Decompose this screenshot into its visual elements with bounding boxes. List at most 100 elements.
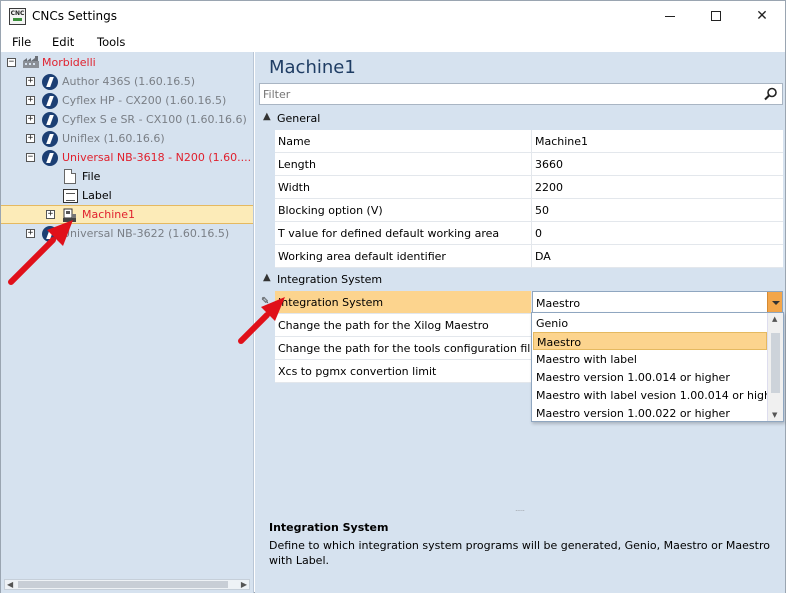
prop-row-blocking-option[interactable]: Blocking option (V) 50 bbox=[259, 199, 783, 222]
prop-name: Change the path for the tools configurat… bbox=[275, 337, 532, 360]
tree-item-author[interactable]: + Author 436S (1.60.16.5) bbox=[1, 72, 253, 91]
prop-value[interactable]: DA bbox=[532, 245, 783, 268]
properties-pane: Machine1 ▲ General Name Machine1 Length … bbox=[238, 52, 785, 593]
close-icon: ✕ bbox=[756, 8, 768, 24]
machine-brand-icon bbox=[42, 150, 58, 166]
menu-edit[interactable]: Edit bbox=[52, 35, 74, 49]
tree-item-label: Universal NB-3618 - N200 (1.60.... bbox=[62, 151, 252, 164]
app-logo-icon: CNC bbox=[9, 8, 26, 25]
tree-item-label: Cyflex S e SR - CX100 (1.60.16.6) bbox=[62, 113, 247, 126]
dropdown-option[interactable]: Maestro version 1.00.014 or higher bbox=[533, 368, 767, 386]
description-panel: Integration System Define to which integ… bbox=[259, 515, 783, 591]
machine-brand-icon bbox=[42, 74, 58, 90]
prop-name: Xcs to pgmx convertion limit bbox=[275, 360, 532, 383]
integration-system-dropdown[interactable]: Genio Maestro Maestro with label Maestro… bbox=[531, 312, 784, 422]
description-title: Integration System bbox=[269, 521, 389, 534]
annotation-arrow-icon bbox=[238, 297, 285, 344]
tree-item-cyflex-hp[interactable]: + Cyflex HP - CX200 (1.60.16.5) bbox=[1, 91, 253, 110]
filter-input[interactable] bbox=[260, 84, 750, 104]
prop-name: Name bbox=[275, 130, 532, 153]
prop-row-working-area-id[interactable]: Working area default identifier DA bbox=[259, 245, 783, 268]
filter-box[interactable] bbox=[259, 83, 783, 105]
prop-name: Change the path for the Xilog Maestro bbox=[275, 314, 532, 337]
close-button[interactable]: ✕ bbox=[739, 1, 785, 32]
description-text: Define to which integration system progr… bbox=[269, 539, 770, 567]
expand-icon[interactable]: + bbox=[26, 96, 35, 105]
prop-value[interactable]: 2200 bbox=[532, 176, 783, 199]
scrollbar-thumb[interactable] bbox=[771, 333, 780, 393]
maximize-icon bbox=[711, 11, 721, 21]
machine-brand-icon bbox=[42, 93, 58, 109]
tree-child-label: File bbox=[82, 170, 101, 183]
label-icon bbox=[63, 189, 78, 203]
scroll-right-icon[interactable]: ▶ bbox=[241, 580, 247, 589]
machine-brand-icon bbox=[42, 112, 58, 128]
menu-tools[interactable]: Tools bbox=[97, 35, 125, 49]
prop-name: Integration System bbox=[275, 291, 532, 314]
category-general[interactable]: ▲ General bbox=[259, 109, 783, 128]
minimize-icon bbox=[665, 16, 675, 17]
collapse-icon[interactable]: − bbox=[26, 153, 35, 162]
prop-value[interactable]: 3660 bbox=[532, 153, 783, 176]
annotation-arrow-icon bbox=[8, 220, 73, 285]
category-integration-system[interactable]: ▲ Integration System bbox=[259, 270, 783, 289]
dropdown-option[interactable]: Maestro with label bbox=[533, 350, 767, 368]
tree-horizontal-scrollbar[interactable]: ◀ ▶ bbox=[4, 579, 250, 590]
tree-child-file[interactable]: File bbox=[1, 167, 253, 186]
chevron-up-icon[interactable]: ▲ bbox=[263, 272, 271, 283]
dropdown-option[interactable]: Maestro with label vesion 1.00.014 or hi… bbox=[533, 386, 782, 404]
prop-name: Working area default identifier bbox=[275, 245, 532, 268]
expand-icon[interactable]: + bbox=[26, 115, 35, 124]
chevron-up-icon[interactable]: ▲ bbox=[263, 111, 271, 122]
dropdown-scrollbar[interactable]: ▲ ▼ bbox=[767, 313, 783, 421]
app-window: CNC CNCs Settings ✕ File Edit Tools − Mo… bbox=[0, 0, 786, 593]
scroll-left-icon[interactable]: ◀ bbox=[7, 580, 13, 589]
dropdown-option[interactable]: Maestro version 1.00.022 or higher bbox=[533, 404, 767, 422]
prop-name: Blocking option (V) bbox=[275, 199, 532, 222]
prop-name: Width bbox=[275, 176, 532, 199]
menu-file[interactable]: File bbox=[12, 35, 31, 49]
prop-name: Length bbox=[275, 153, 532, 176]
prop-row-integration-system[interactable]: ✎ Integration System Maestro bbox=[259, 291, 783, 314]
tree-item-cyflex-s[interactable]: + Cyflex S e SR - CX100 (1.60.16.6) bbox=[1, 110, 253, 129]
tree-item-universal-3618[interactable]: − Universal NB-3618 - N200 (1.60.... bbox=[1, 148, 253, 167]
page-title: Machine1 bbox=[269, 57, 356, 78]
dropdown-option-selected[interactable]: Maestro bbox=[533, 332, 767, 350]
prop-value[interactable]: 0 bbox=[532, 222, 783, 245]
tree-item-label: Author 436S (1.60.16.5) bbox=[62, 75, 196, 88]
scroll-down-icon[interactable]: ▼ bbox=[772, 411, 777, 419]
title-bar: CNC CNCs Settings ✕ bbox=[1, 1, 785, 32]
scroll-up-icon[interactable]: ▲ bbox=[772, 315, 777, 323]
file-icon bbox=[64, 169, 76, 184]
tree-item-uniflex[interactable]: + Uniflex (1.60.16.6) bbox=[1, 129, 253, 148]
integration-system-select[interactable]: Maestro bbox=[532, 291, 783, 314]
prop-row-length[interactable]: Length 3660 bbox=[259, 153, 783, 176]
prop-row-name[interactable]: Name Machine1 bbox=[259, 130, 783, 153]
scrollbar-thumb[interactable] bbox=[18, 581, 228, 588]
minimize-button[interactable] bbox=[647, 1, 693, 32]
tree-root-label: Morbidelli bbox=[42, 56, 96, 69]
machine-brand-icon bbox=[42, 131, 58, 147]
prop-row-width[interactable]: Width 2200 bbox=[259, 176, 783, 199]
tree-item-label: Uniflex (1.60.16.6) bbox=[62, 132, 165, 145]
tree-item-label: Cyflex HP - CX200 (1.60.16.5) bbox=[62, 94, 227, 107]
tree-root[interactable]: − Morbidelli bbox=[1, 53, 253, 72]
collapse-icon[interactable]: − bbox=[7, 58, 16, 67]
select-value: Maestro bbox=[536, 297, 581, 310]
prop-value[interactable]: 50 bbox=[532, 199, 783, 222]
dropdown-option[interactable]: Genio bbox=[533, 314, 767, 332]
maximize-button[interactable] bbox=[693, 1, 739, 32]
machine-tree: − Morbidelli + Author 436S (1.60.16.5) +… bbox=[1, 52, 254, 593]
search-icon[interactable] bbox=[764, 87, 778, 101]
expand-icon[interactable]: + bbox=[26, 77, 35, 86]
prop-name: T value for defined default working area bbox=[275, 222, 532, 245]
menu-bar: File Edit Tools bbox=[1, 32, 785, 52]
description-splitter[interactable]: ····· bbox=[255, 509, 785, 515]
category-label: General bbox=[277, 112, 321, 125]
window-title: CNCs Settings bbox=[32, 9, 118, 23]
prop-value[interactable]: Machine1 bbox=[532, 130, 783, 153]
prop-row-t-value[interactable]: T value for defined default working area… bbox=[259, 222, 783, 245]
dropdown-arrow-icon[interactable] bbox=[767, 292, 782, 313]
expand-icon[interactable]: + bbox=[26, 134, 35, 143]
factory-icon bbox=[23, 56, 39, 68]
